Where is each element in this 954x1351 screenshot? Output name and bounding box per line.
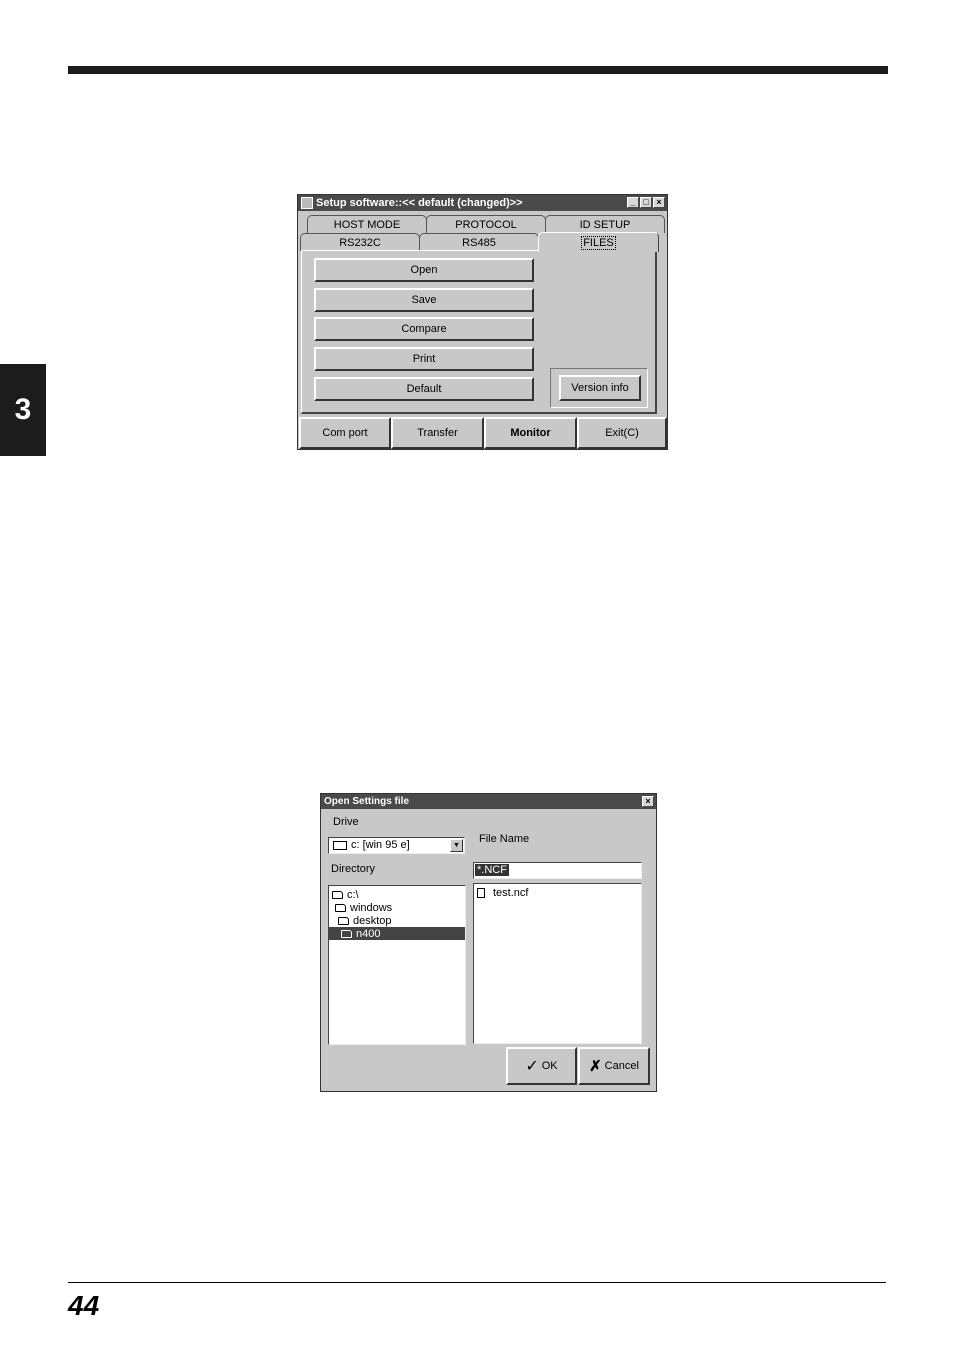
- cancel-button[interactable]: ✗ Cancel: [578, 1047, 650, 1085]
- chapter-tab: 3: [0, 364, 46, 456]
- folder-open-icon: [332, 890, 343, 899]
- drive-value: c: [win 95 e]: [351, 839, 410, 851]
- setup-window: Setup software::<< default (changed)>> _…: [297, 194, 668, 450]
- dialog-titlebar[interactable]: Open Settings file ×: [321, 794, 656, 809]
- file-name-input[interactable]: *.NCF: [473, 862, 642, 879]
- maximize-button[interactable]: □: [640, 197, 652, 208]
- page-number: 44: [68, 1290, 100, 1321]
- drive-select[interactable]: c: [win 95 e] ▼: [328, 837, 465, 854]
- tree-item-desktop[interactable]: desktop: [338, 914, 392, 927]
- file-item[interactable]: test.ncf: [477, 886, 528, 899]
- ok-button[interactable]: ✓ OK: [506, 1047, 577, 1085]
- dialog-close-button[interactable]: ×: [642, 796, 654, 807]
- save-button[interactable]: Save: [314, 288, 534, 312]
- tab-rs485[interactable]: RS485: [419, 233, 539, 251]
- chevron-down-icon[interactable]: ▼: [450, 839, 463, 852]
- tab-protocol[interactable]: PROTOCOL: [426, 215, 546, 233]
- drive-icon: [333, 840, 347, 850]
- print-button[interactable]: Print: [314, 347, 534, 371]
- compare-button[interactable]: Compare: [314, 317, 534, 341]
- version-group: Version info: [550, 368, 648, 408]
- file-name-value: *.NCF: [475, 864, 509, 876]
- tab-host-mode[interactable]: HOST MODE: [307, 215, 427, 233]
- tab-files[interactable]: FILES: [538, 232, 659, 252]
- folder-open-icon: [338, 916, 349, 925]
- bottom-rule: [68, 1282, 886, 1283]
- tab-id-setup[interactable]: ID SETUP: [545, 215, 665, 233]
- version-info-button[interactable]: Version info: [559, 375, 641, 401]
- tree-item-c[interactable]: c:\: [332, 888, 359, 901]
- setup-titlebar[interactable]: Setup software::<< default (changed)>> _…: [298, 195, 667, 211]
- file-list[interactable]: test.ncf: [473, 883, 642, 1044]
- monitor-button[interactable]: Monitor: [484, 417, 577, 449]
- tree-item-windows[interactable]: windows: [335, 901, 392, 914]
- setup-title: Setup software::<< default (changed)>>: [316, 197, 523, 209]
- file-name-label: File Name: [479, 833, 530, 845]
- app-icon: [301, 197, 313, 209]
- default-button[interactable]: Default: [314, 377, 534, 401]
- com-port-button[interactable]: Com port: [299, 417, 391, 449]
- tab-rs232c[interactable]: RS232C: [300, 233, 420, 251]
- directory-label: Directory: [331, 863, 376, 875]
- files-panel: Open Save Compare Print Default Version …: [301, 250, 657, 414]
- file-icon: [477, 887, 485, 898]
- x-icon: ✗: [589, 1058, 602, 1075]
- exit-button[interactable]: Exit(C): [577, 417, 667, 449]
- directory-tree[interactable]: c:\ windows desktop n400: [328, 885, 466, 1045]
- open-settings-dialog: Open Settings file × Drive c: [win 95 e]…: [320, 793, 657, 1092]
- folder-open-icon: [335, 903, 346, 912]
- open-button[interactable]: Open: [314, 258, 534, 282]
- drive-label: Drive: [333, 816, 359, 828]
- folder-open-icon: [341, 929, 352, 938]
- top-rule: [68, 66, 888, 74]
- dialog-title: Open Settings file: [324, 796, 410, 807]
- minimize-button[interactable]: _: [627, 197, 639, 208]
- transfer-button[interactable]: Transfer: [391, 417, 484, 449]
- check-icon: ✓: [525, 1058, 539, 1075]
- tree-item-n400[interactable]: n400: [329, 927, 465, 940]
- close-button[interactable]: ×: [653, 197, 665, 208]
